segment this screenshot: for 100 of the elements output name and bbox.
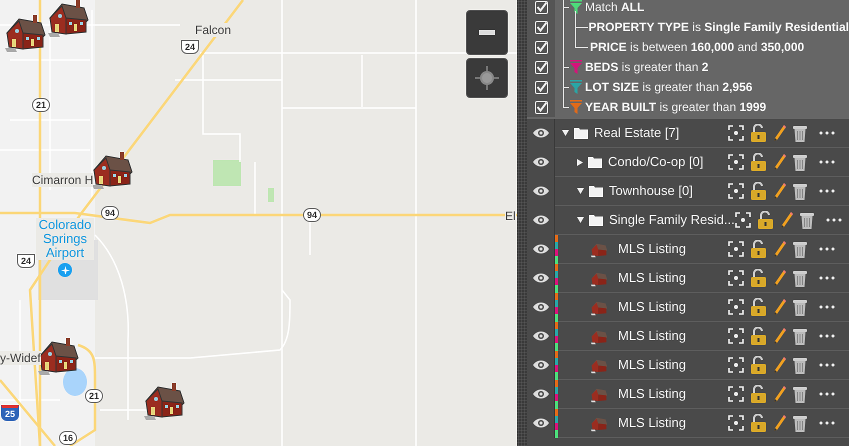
trash-can-icon[interactable] bbox=[793, 124, 807, 142]
eye-icon[interactable] bbox=[532, 360, 548, 370]
expand-caret-icon[interactable] bbox=[562, 130, 569, 136]
more-options-icon[interactable] bbox=[826, 218, 842, 222]
trash-can-icon[interactable] bbox=[793, 298, 807, 316]
more-options-icon[interactable] bbox=[819, 305, 835, 309]
padlock-icon[interactable] bbox=[750, 414, 767, 432]
checkbox[interactable] bbox=[534, 60, 548, 74]
padlock-icon[interactable] bbox=[750, 298, 767, 316]
focus-frame-icon[interactable] bbox=[728, 357, 744, 373]
focus-frame-icon[interactable] bbox=[728, 241, 744, 257]
padlock-icon[interactable] bbox=[750, 124, 767, 142]
trash-can-icon[interactable] bbox=[793, 153, 807, 171]
layer-name[interactable]: MLS Listing bbox=[618, 297, 686, 317]
eye-icon[interactable] bbox=[532, 389, 548, 399]
pencil-icon[interactable] bbox=[773, 124, 787, 142]
trash-can-icon[interactable] bbox=[793, 240, 807, 258]
eye-icon[interactable] bbox=[532, 331, 548, 341]
padlock-icon[interactable] bbox=[750, 240, 767, 258]
house-marker-icon[interactable] bbox=[3, 13, 47, 53]
folder-icon bbox=[588, 156, 602, 168]
eye-icon[interactable] bbox=[532, 273, 548, 283]
more-options-icon[interactable] bbox=[819, 392, 835, 396]
focus-frame-icon[interactable] bbox=[728, 299, 744, 315]
place-label: El bbox=[505, 209, 516, 223]
eye-icon[interactable] bbox=[532, 302, 548, 312]
layer-name[interactable]: MLS Listing bbox=[618, 268, 686, 288]
route-shield: 25 bbox=[1, 405, 20, 421]
focus-frame-icon[interactable] bbox=[728, 125, 744, 141]
expand-caret-icon[interactable] bbox=[577, 217, 584, 223]
more-options-icon[interactable] bbox=[819, 363, 835, 367]
trash-can-icon[interactable] bbox=[793, 327, 807, 345]
eye-icon[interactable] bbox=[532, 215, 548, 225]
padlock-icon[interactable] bbox=[756, 211, 774, 229]
pencil-icon[interactable] bbox=[773, 182, 787, 200]
layer-name[interactable]: MLS Listing bbox=[618, 413, 686, 433]
checkbox[interactable] bbox=[534, 80, 548, 94]
layer-name[interactable]: Real Estate [7] bbox=[594, 123, 680, 143]
padlock-icon[interactable] bbox=[750, 385, 767, 403]
focus-frame-icon[interactable] bbox=[728, 270, 744, 286]
pencil-icon[interactable] bbox=[780, 211, 794, 229]
focus-frame-icon[interactable] bbox=[728, 154, 744, 170]
pencil-icon[interactable] bbox=[773, 240, 787, 258]
trash-can-icon[interactable] bbox=[793, 269, 807, 287]
eye-icon[interactable] bbox=[532, 244, 548, 254]
eye-icon[interactable] bbox=[532, 157, 548, 167]
checkbox[interactable] bbox=[534, 40, 548, 54]
more-options-icon[interactable] bbox=[819, 276, 835, 280]
checkbox[interactable] bbox=[534, 20, 548, 34]
expand-caret-icon[interactable] bbox=[577, 188, 584, 194]
padlock-icon[interactable] bbox=[750, 327, 767, 345]
pencil-icon[interactable] bbox=[773, 269, 787, 287]
house-marker-icon[interactable] bbox=[46, 0, 90, 38]
checkbox[interactable] bbox=[534, 0, 548, 14]
place-label: Cimarron H bbox=[32, 173, 94, 187]
layer-name[interactable]: MLS Listing bbox=[618, 239, 686, 259]
eye-icon[interactable] bbox=[532, 418, 548, 428]
more-options-icon[interactable] bbox=[819, 189, 835, 193]
trash-can-icon[interactable] bbox=[800, 211, 814, 229]
focus-frame-icon[interactable] bbox=[734, 212, 751, 228]
layer-name[interactable]: Single Family Resid... bbox=[609, 210, 735, 230]
collapse-caret-icon[interactable] bbox=[577, 158, 583, 166]
pencil-icon[interactable] bbox=[773, 414, 787, 432]
trash-can-icon[interactable] bbox=[793, 356, 807, 374]
place-label: Falcon bbox=[195, 23, 232, 37]
minus-icon bbox=[479, 30, 495, 35]
layer-name[interactable]: MLS Listing bbox=[618, 355, 686, 375]
more-options-icon[interactable] bbox=[819, 160, 835, 164]
route-shield: 24 bbox=[17, 254, 36, 268]
trash-can-icon[interactable] bbox=[793, 414, 807, 432]
pencil-icon[interactable] bbox=[773, 356, 787, 374]
padlock-icon[interactable] bbox=[750, 356, 767, 374]
more-options-icon[interactable] bbox=[819, 421, 835, 425]
more-options-icon[interactable] bbox=[819, 247, 835, 251]
more-options-icon[interactable] bbox=[819, 334, 835, 338]
trash-can-icon[interactable] bbox=[793, 182, 807, 200]
padlock-icon[interactable] bbox=[750, 269, 767, 287]
pencil-icon[interactable] bbox=[773, 327, 787, 345]
pencil-icon[interactable] bbox=[773, 298, 787, 316]
focus-frame-icon[interactable] bbox=[728, 386, 744, 402]
eye-icon[interactable] bbox=[532, 128, 548, 138]
focus-frame-icon[interactable] bbox=[728, 183, 744, 199]
eye-icon[interactable] bbox=[532, 186, 548, 196]
zoom-out-button[interactable] bbox=[466, 10, 508, 55]
padlock-icon[interactable] bbox=[750, 153, 767, 171]
padlock-icon[interactable] bbox=[750, 182, 767, 200]
pencil-icon[interactable] bbox=[773, 385, 787, 403]
layer-name[interactable]: MLS Listing bbox=[618, 326, 686, 346]
route-shield: 94 bbox=[303, 208, 322, 222]
focus-frame-icon[interactable] bbox=[728, 328, 744, 344]
house-marker-icon[interactable] bbox=[142, 381, 186, 421]
pencil-icon[interactable] bbox=[773, 153, 787, 171]
layer-name[interactable]: Condo/Co-op [0] bbox=[608, 152, 704, 172]
layer-name[interactable]: Townhouse [0] bbox=[609, 181, 693, 201]
trash-can-icon[interactable] bbox=[793, 385, 807, 403]
focus-frame-icon[interactable] bbox=[728, 415, 744, 431]
layer-name[interactable]: MLS Listing bbox=[618, 384, 686, 404]
checkbox[interactable] bbox=[534, 100, 548, 114]
locate-button[interactable] bbox=[466, 58, 508, 98]
more-options-icon[interactable] bbox=[819, 131, 835, 135]
